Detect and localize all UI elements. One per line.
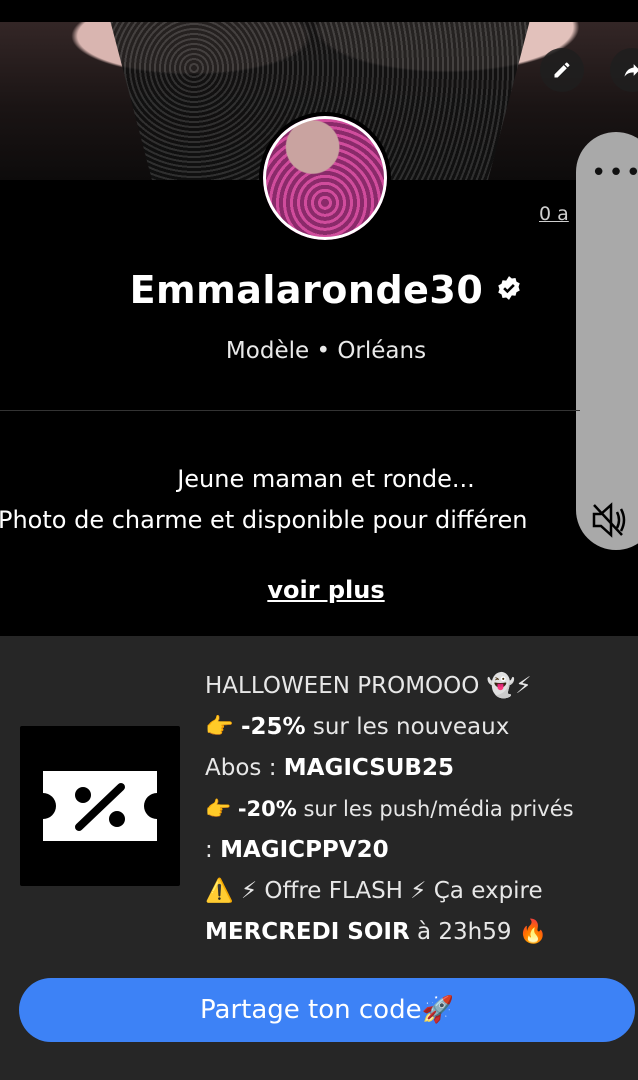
top-strip [0, 0, 638, 22]
verified-badge-icon [496, 275, 522, 305]
share-arrow-icon [624, 64, 638, 77]
promo-line-7: MERCREDI SOIR à 23h59 🔥 [205, 919, 548, 945]
profile-name-row: Emmalaronde30 [0, 268, 638, 312]
promo-line-3: Abos : MAGICSUB25 [205, 755, 454, 781]
speaker-muted-icon[interactable] [590, 500, 628, 544]
bio-line-2: Photo de charme et disponible pour diffé… [0, 506, 528, 534]
share-code-button[interactable]: Partage ton code🚀 [19, 978, 635, 1042]
avatar[interactable] [259, 112, 391, 244]
edit-button[interactable] [540, 48, 584, 92]
bio-line-1: Jeune maman et ronde... [177, 465, 475, 493]
promo-line-4: 👉 -20% sur les push/média privés [205, 797, 574, 821]
more-dots-icon[interactable]: ••• [591, 158, 638, 188]
promo-line-6: ⚠️ ⚡ Offre FLASH ⚡ Ça expire [205, 878, 543, 904]
promo-line-2: 👉 -25% sur les nouveaux [205, 714, 510, 740]
profile-name: Emmalaronde30 [129, 268, 484, 312]
promo-card: HALLOWEEN PROMOOO 👻⚡ 👉 -25% sur les nouv… [0, 636, 638, 1080]
percent-ticket-icon [43, 771, 157, 841]
promo-line-1: HALLOWEEN PROMOOO 👻⚡ [205, 673, 532, 699]
stats-link[interactable]: 0 a [539, 203, 569, 225]
promo-line-5: : MAGICPPV20 [205, 837, 389, 863]
profile-subtitle: Modèle • Orléans [225, 338, 427, 364]
promo-text: HALLOWEEN PROMOOO 👻⚡ 👉 -25% sur les nouv… [205, 666, 635, 953]
see-more-link[interactable]: voir plus [0, 576, 638, 604]
pencil-icon [554, 62, 570, 78]
divider [0, 410, 580, 411]
coupon-image [20, 726, 180, 886]
